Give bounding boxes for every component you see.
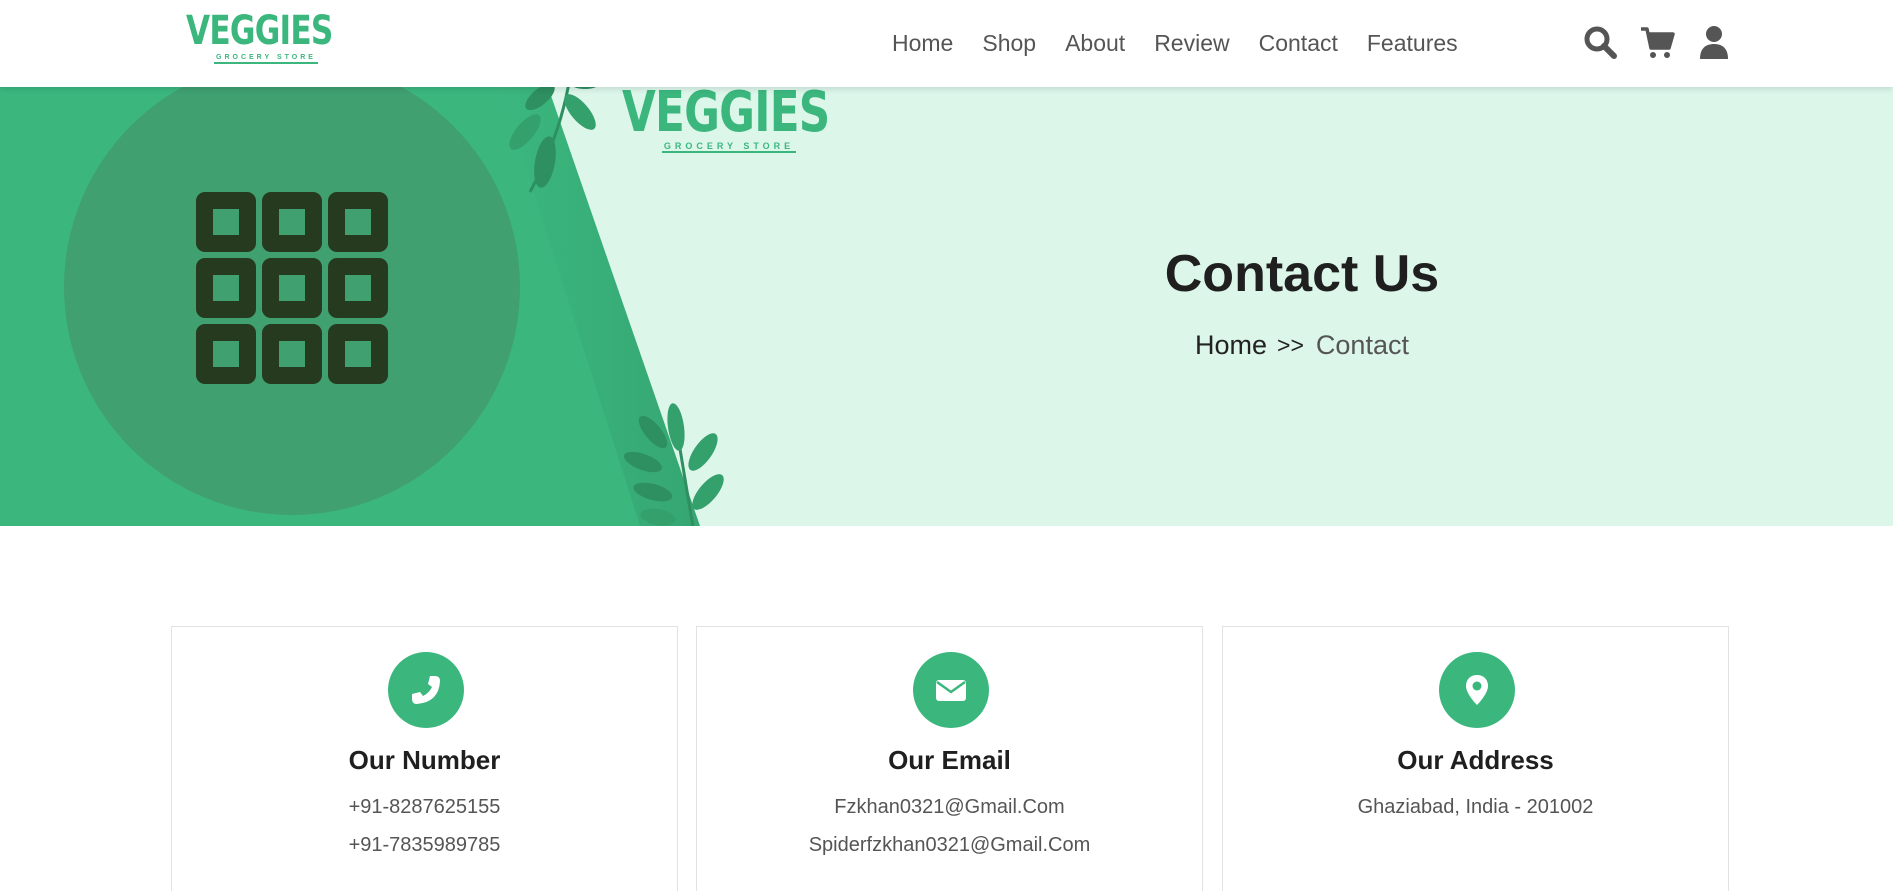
leaf-decoration-top — [509, 87, 597, 193]
grid-icon — [196, 192, 388, 384]
envelope-icon — [913, 652, 989, 728]
address-line: Ghaziabad, India - 201002 — [1357, 796, 1594, 818]
email-address-2[interactable]: Spiderfzkhan0321@Gmail.Com — [697, 831, 1202, 859]
page-banner: VEGGIES GROCERY STORE Contact Us Home >>… — [0, 87, 1893, 526]
nav-link-features[interactable]: Features — [1367, 27, 1458, 59]
banner-logo-tagline: GROCERY STORE — [662, 141, 796, 153]
map-pin-icon — [1439, 652, 1515, 728]
contact-card-email: Our Email Fzkhan0321@Gmail.Com Spiderfzk… — [696, 626, 1203, 891]
breadcrumb-home-link[interactable]: Home — [1195, 330, 1267, 361]
leaf-decoration-bottom — [624, 403, 724, 526]
contact-card-number: Our Number +91-8287625155 +91-7835989785 — [171, 626, 678, 891]
phone-number-2[interactable]: +91-7835989785 — [172, 831, 677, 859]
breadcrumb-separator: >> — [1277, 331, 1304, 358]
cart-icon[interactable] — [1640, 24, 1676, 60]
banner-logo-wordmark: VEGGIES — [622, 87, 830, 145]
contact-card-address: Our Address Ghaziabad, India - 201002 — [1222, 626, 1729, 891]
nav-link-review[interactable]: Review — [1154, 27, 1229, 59]
logo-wordmark: VEGGIES — [186, 8, 333, 54]
breadcrumb: Home >> Contact — [1100, 327, 1504, 363]
phone-icon — [388, 652, 464, 728]
card-title: Our Number — [348, 745, 501, 775]
nav-link-home[interactable]: Home — [892, 27, 953, 59]
site-header: VEGGIES GROCERY STORE Home Shop About Re… — [0, 0, 1893, 87]
search-icon[interactable] — [1582, 24, 1618, 60]
logo-tagline: GROCERY STORE — [214, 54, 318, 64]
banner-logo: VEGGIES GROCERY STORE — [622, 87, 832, 157]
card-title: Our Email — [888, 745, 1011, 775]
email-address-1[interactable]: Fzkhan0321@Gmail.Com — [697, 793, 1202, 821]
site-logo[interactable]: VEGGIES GROCERY STORE — [186, 11, 344, 67]
card-title: Our Address — [1397, 745, 1554, 775]
page-title: Contact Us — [1164, 245, 1440, 303]
main-nav: Home Shop About Review Contact Features — [892, 27, 1458, 59]
breadcrumb-current: Contact — [1315, 329, 1409, 360]
phone-number-1[interactable]: +91-8287625155 — [172, 793, 677, 821]
nav-link-contact[interactable]: Contact — [1259, 27, 1338, 59]
nav-link-about[interactable]: About — [1065, 27, 1125, 59]
user-icon[interactable] — [1696, 24, 1732, 60]
nav-link-shop[interactable]: Shop — [982, 27, 1036, 59]
